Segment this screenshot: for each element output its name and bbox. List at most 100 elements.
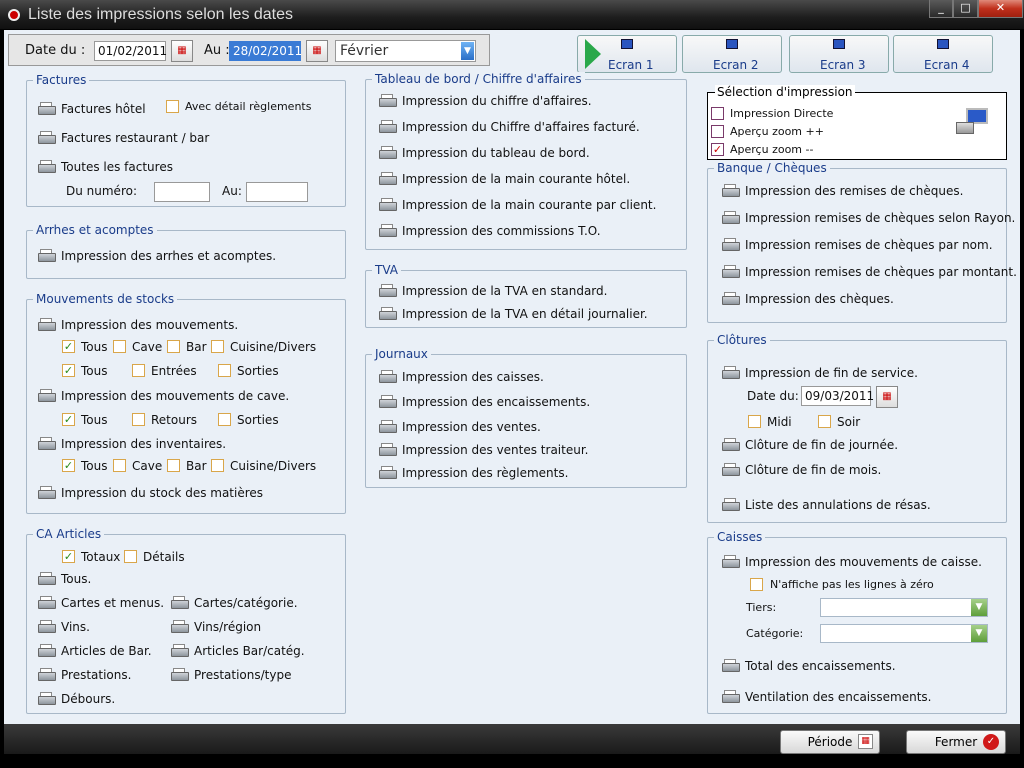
mouvements-cave-item[interactable]: Impression des mouvements de cave.: [61, 389, 289, 403]
printer-icon[interactable]: [38, 644, 56, 657]
vins-item[interactable]: Vins.: [61, 620, 90, 634]
tva-item[interactable]: Impression de la TVA en détail journalie…: [402, 307, 648, 321]
tous-checkbox[interactable]: ✓: [62, 364, 75, 377]
midi-checkbox[interactable]: [748, 415, 761, 428]
printer-icon[interactable]: [722, 690, 740, 703]
printer-icon[interactable]: [722, 659, 740, 672]
minimize-button[interactable]: _: [929, 0, 953, 18]
categorie-select[interactable]: ▼: [820, 624, 988, 643]
arrhes-item[interactable]: Impression des arrhes et acomptes.: [61, 249, 276, 263]
printer-icon[interactable]: [379, 94, 397, 107]
cartes-menus-item[interactable]: Cartes et menus.: [61, 596, 164, 610]
inventaires-item[interactable]: Impression des inventaires.: [61, 437, 226, 451]
ca-tous-item[interactable]: Tous.: [61, 572, 91, 586]
date-from-input[interactable]: 01/02/2011: [94, 41, 167, 61]
fermer-button[interactable]: Fermer ✓: [906, 730, 1006, 754]
cartes-categorie-item[interactable]: Cartes/catégorie.: [194, 596, 298, 610]
ecran-4-button[interactable]: Ecran 4: [893, 35, 993, 73]
cave-checkbox[interactable]: [113, 459, 126, 472]
sorties-checkbox[interactable]: [218, 364, 231, 377]
cuisine-checkbox[interactable]: [211, 340, 224, 353]
sorties-checkbox[interactable]: [218, 413, 231, 426]
bar-checkbox[interactable]: [167, 340, 180, 353]
factures-hotel-item[interactable]: Factures hôtel: [61, 102, 146, 116]
articles-bar-categorie-item[interactable]: Articles Bar/catég.: [194, 644, 305, 658]
printer-icon[interactable]: [38, 692, 56, 705]
stock-matieres-item[interactable]: Impression du stock des matières: [61, 486, 263, 500]
mouvements-caisse-item[interactable]: Impression des mouvements de caisse.: [745, 555, 982, 569]
vins-region-item[interactable]: Vins/région: [194, 620, 261, 634]
banque-item[interactable]: Impression remises de chèques par montan…: [745, 265, 1017, 279]
tous-checkbox[interactable]: ✓: [62, 459, 75, 472]
close-button[interactable]: ✕: [978, 0, 1023, 18]
tableau-item[interactable]: Impression de la main courante par clien…: [402, 198, 656, 212]
printer-icon[interactable]: [38, 486, 56, 499]
printer-icon[interactable]: [722, 238, 740, 251]
printer-icon[interactable]: [379, 443, 397, 456]
maximize-button[interactable]: □: [953, 0, 978, 18]
fin-journee-item[interactable]: Clôture de fin de journée.: [745, 438, 898, 452]
printer-icon[interactable]: [379, 284, 397, 297]
prestations-type-item[interactable]: Prestations/type: [194, 668, 291, 682]
factures-restaurant-item[interactable]: Factures restaurant / bar: [61, 131, 209, 145]
printer-icon[interactable]: [38, 596, 56, 609]
printer-icon[interactable]: [38, 318, 56, 331]
tous-checkbox[interactable]: ✓: [62, 340, 75, 353]
journaux-item[interactable]: Impression des caisses.: [402, 370, 544, 384]
printer-icon[interactable]: [379, 198, 397, 211]
tableau-item[interactable]: Impression des commissions T.O.: [402, 224, 601, 238]
journaux-item[interactable]: Impression des ventes.: [402, 420, 541, 434]
printer-icon[interactable]: [379, 395, 397, 408]
printer-icon[interactable]: [722, 211, 740, 224]
printer-icon[interactable]: [379, 146, 397, 159]
banque-item[interactable]: Impression des chèques.: [745, 292, 894, 306]
detail-reglements-checkbox[interactable]: [166, 100, 179, 113]
toutes-factures-item[interactable]: Toutes les factures: [61, 160, 173, 174]
printer-icon[interactable]: [379, 307, 397, 320]
tous-checkbox[interactable]: ✓: [62, 413, 75, 426]
tiers-select[interactable]: ▼: [820, 598, 988, 617]
banque-item[interactable]: Impression des remises de chèques.: [745, 184, 963, 198]
printer-icon[interactable]: [38, 389, 56, 402]
printer-icon[interactable]: [38, 249, 56, 262]
tableau-item[interactable]: Impression du chiffre d'affaires.: [402, 94, 592, 108]
ecran-1-button[interactable]: Ecran 1: [577, 35, 677, 73]
tableau-item[interactable]: Impression du Chiffre d'affaires facturé…: [402, 120, 640, 134]
printer-icon[interactable]: [379, 224, 397, 237]
printer-icon[interactable]: [722, 366, 740, 379]
du-numero-input[interactable]: [154, 182, 210, 202]
banque-item[interactable]: Impression remises de chèques selon Rayo…: [745, 211, 1015, 225]
details-checkbox[interactable]: [124, 550, 137, 563]
ventilation-encaissements-item[interactable]: Ventilation des encaissements.: [745, 690, 931, 704]
impression-directe-checkbox[interactable]: [711, 107, 724, 120]
chevron-down-icon[interactable]: ▼: [971, 625, 987, 642]
calendar-icon[interactable]: ▦: [306, 40, 328, 62]
apercu-zoom-plus-checkbox[interactable]: [711, 125, 724, 138]
annulations-item[interactable]: Liste des annulations de résas.: [745, 498, 931, 512]
bar-checkbox[interactable]: [167, 459, 180, 472]
journaux-item[interactable]: Impression des règlements.: [402, 466, 568, 480]
cave-checkbox[interactable]: [113, 340, 126, 353]
tableau-item[interactable]: Impression du tableau de bord.: [402, 146, 590, 160]
printer-icon[interactable]: [38, 620, 56, 633]
debours-item[interactable]: Débours.: [61, 692, 115, 706]
cuisine-checkbox[interactable]: [211, 459, 224, 472]
periode-button[interactable]: Période ▦: [780, 730, 880, 754]
date-to-input[interactable]: 28/02/2011: [229, 41, 302, 61]
entrees-checkbox[interactable]: [132, 364, 145, 377]
printer-icon[interactable]: [171, 668, 189, 681]
printer-icon[interactable]: [379, 420, 397, 433]
printer-icon[interactable]: [379, 120, 397, 133]
retours-checkbox[interactable]: [132, 413, 145, 426]
printer-icon[interactable]: [722, 463, 740, 476]
tableau-item[interactable]: Impression de la main courante hôtel.: [402, 172, 630, 186]
total-encaissements-item[interactable]: Total des encaissements.: [745, 659, 896, 673]
banque-item[interactable]: Impression remises de chèques par nom.: [745, 238, 993, 252]
printer-icon[interactable]: [38, 102, 56, 115]
fin-mois-item[interactable]: Clôture de fin de mois.: [745, 463, 881, 477]
naffiche-checkbox[interactable]: [750, 578, 763, 591]
ecran-3-button[interactable]: Ecran 3: [789, 35, 889, 73]
soir-checkbox[interactable]: [818, 415, 831, 428]
printer-icon[interactable]: [722, 555, 740, 568]
printer-icon[interactable]: [38, 668, 56, 681]
